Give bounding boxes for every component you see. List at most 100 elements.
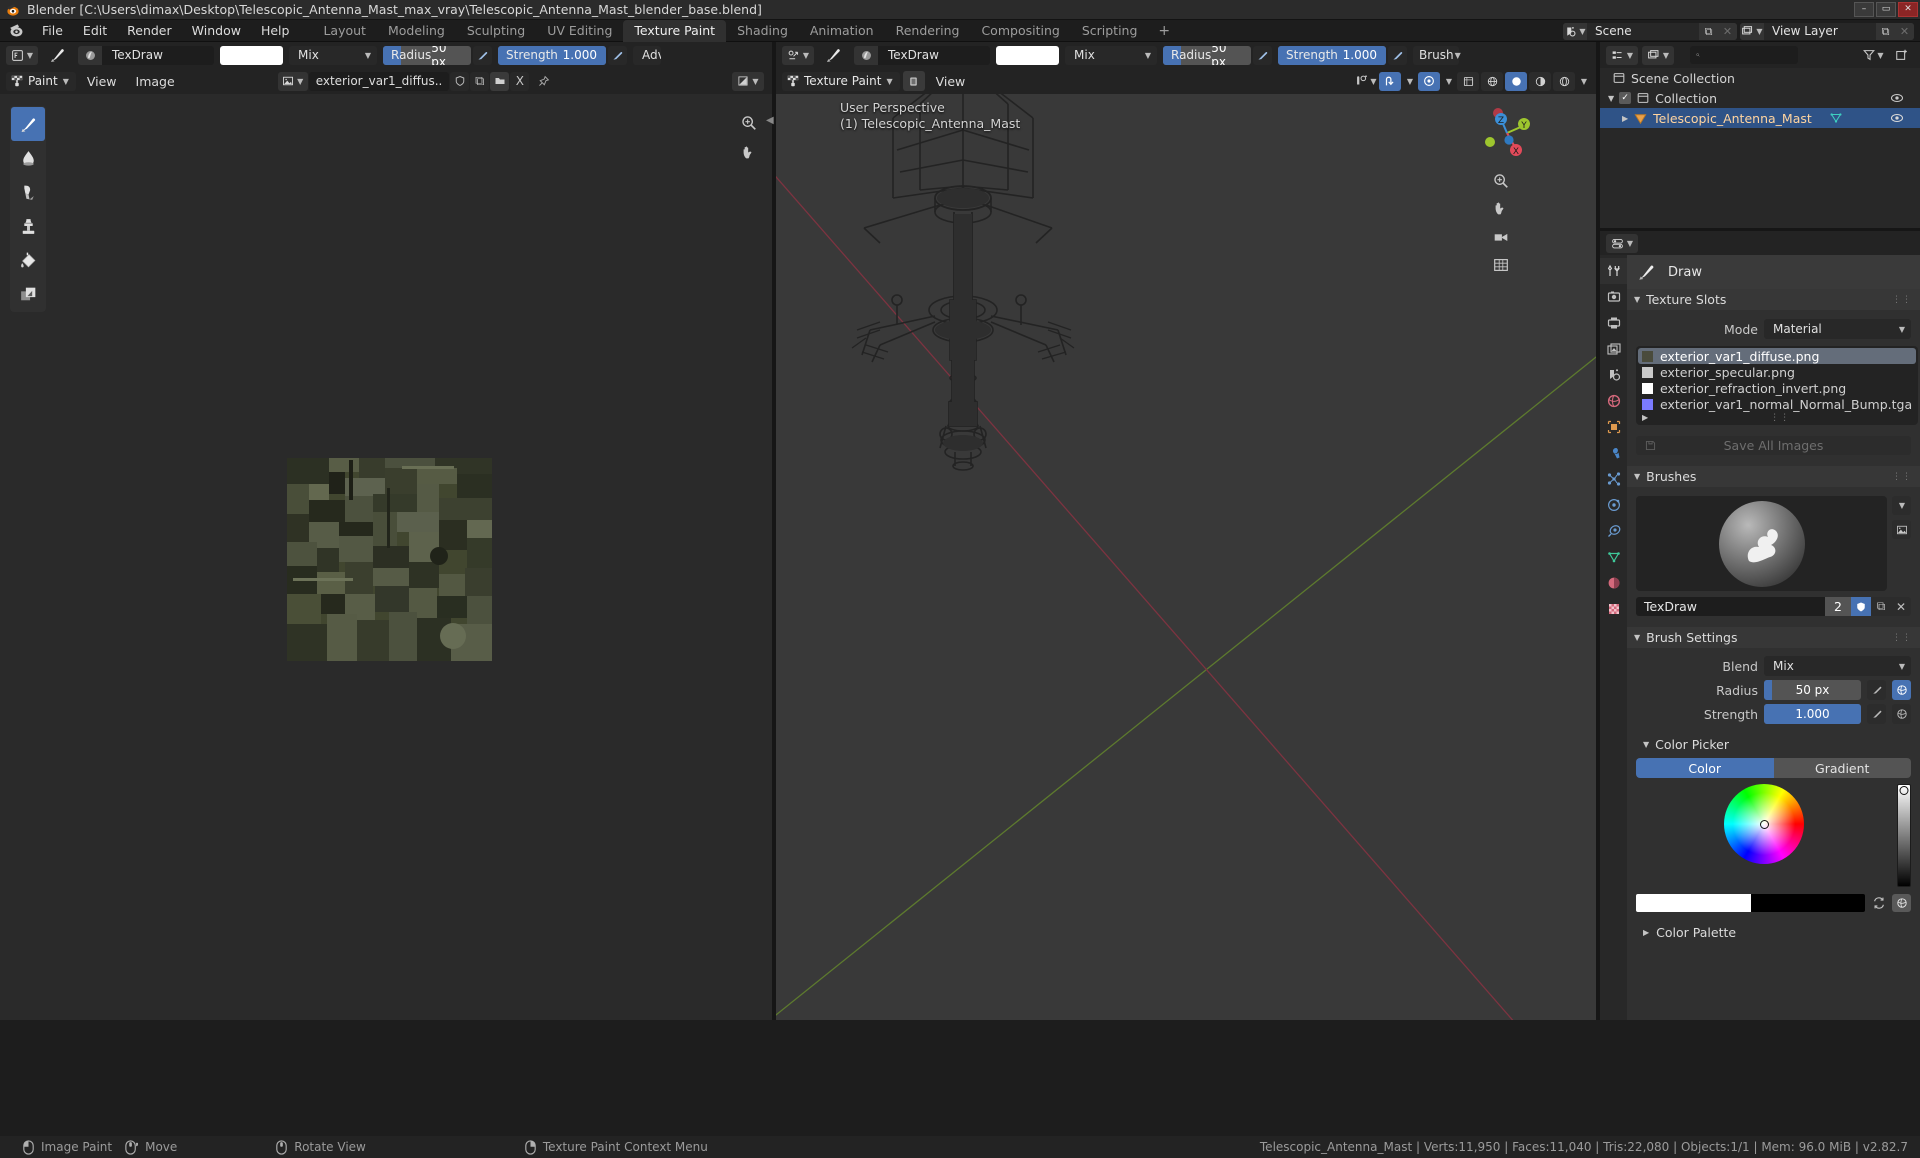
color-wheel[interactable] [1723, 784, 1804, 864]
properties-tab-material[interactable] [1600, 570, 1627, 596]
tool-smear[interactable] [11, 175, 45, 209]
shield-icon[interactable] [1851, 597, 1871, 616]
properties-tab-output[interactable] [1600, 310, 1627, 336]
texture-slot-row[interactable]: exterior_var1_normal_Normal_Bump.tga [1638, 396, 1916, 412]
viewport-mode-selector[interactable]: Texture Paint ▼ [782, 71, 900, 91]
image-unlink-button[interactable]: X [510, 71, 530, 91]
strength-pressure-toggle[interactable] [1867, 704, 1886, 724]
primary-color-swatch[interactable] [1636, 894, 1751, 912]
viewport-ortho-icon[interactable] [1490, 254, 1512, 276]
collection-checkbox[interactable]: ✓ [1619, 92, 1632, 104]
tool-draw[interactable] [11, 107, 45, 141]
texture-slot-row[interactable]: exterior_refraction_invert.png [1638, 380, 1916, 396]
outliner-new-collection-icon[interactable] [1889, 46, 1915, 65]
tool-fill[interactable] [11, 243, 45, 277]
tool-soften[interactable] [11, 141, 45, 175]
viewport-overlays-icon[interactable] [1457, 71, 1479, 91]
workspace-tab-compositing[interactable]: Compositing [970, 20, 1070, 42]
viewport-pan-icon[interactable] [1490, 198, 1512, 220]
duplicate-icon[interactable]: ⧉ [1871, 597, 1891, 616]
properties-tab-modifiers[interactable] [1600, 440, 1627, 466]
minimize-button[interactable]: – [1854, 2, 1874, 17]
color-value-slider[interactable] [1897, 784, 1911, 887]
viewport-zoom-icon[interactable] [1490, 170, 1512, 192]
viewport-menu-view[interactable]: View [928, 72, 974, 91]
image-editor-canvas[interactable] [0, 94, 772, 1020]
properties-tab-object[interactable] [1600, 414, 1627, 440]
section-header-brush-settings[interactable]: ▼ Brush Settings ⋮⋮ [1627, 627, 1920, 648]
eye-icon[interactable] [1890, 91, 1904, 105]
properties-tab-tool[interactable] [1600, 258, 1627, 284]
properties-tab-view-layer[interactable] [1600, 336, 1627, 362]
viewport-brush-menu[interactable]: Brush ▼ [1413, 45, 1461, 65]
outliner-row-telescopic-antenna-mast[interactable]: ▶ Telescopic_Antenna_Mast [1600, 108, 1920, 128]
scene-name-field[interactable]: Scene [1587, 23, 1699, 40]
image-advanced-dropdown[interactable]: Adva [633, 45, 661, 65]
secondary-color-swatch[interactable] [1750, 894, 1865, 912]
texture-slots-list[interactable]: exterior_var1_diffuse.png exterior_specu… [1636, 346, 1919, 425]
workspace-tab-rendering[interactable]: Rendering [885, 20, 971, 42]
image-radius-pressure-toggle[interactable] [473, 45, 492, 65]
menu-window[interactable]: Window [182, 21, 251, 40]
properties-tab-scene[interactable] [1600, 362, 1627, 388]
image-brush-id[interactable]: TexDraw [78, 45, 214, 65]
viewport-brush-id[interactable]: TexDraw [854, 45, 990, 65]
properties-tab-render[interactable] [1600, 284, 1627, 310]
disclosure-triangle-icon[interactable]: ▼ [1608, 94, 1614, 103]
viewport-shading-solid[interactable] [1505, 71, 1527, 91]
navigation-gizmo[interactable]: Y X Z [1476, 102, 1538, 164]
view-layer-new-button[interactable]: ⧉ [1876, 23, 1895, 40]
image-display-channels-selector[interactable]: ▼ [732, 71, 764, 91]
outliner-row-scene-collection[interactable]: Scene Collection [1600, 68, 1920, 88]
image-strength-slider[interactable]: Strength 1.000 [498, 45, 606, 65]
value-slider-cursor[interactable] [1899, 786, 1909, 795]
viewport-radius-slider[interactable]: Radius 50 px [1163, 45, 1251, 65]
image-pan-icon[interactable] [738, 142, 760, 164]
scene-browse-icon[interactable]: ▼ [1563, 23, 1587, 40]
viewport-brush-name[interactable]: TexDraw [878, 45, 990, 65]
eye-icon[interactable] [1890, 111, 1904, 125]
pin-icon[interactable] [534, 72, 553, 91]
viewport-brush-color-swatch[interactable] [996, 45, 1059, 65]
section-header-brushes[interactable]: ▼ Brushes ⋮⋮ [1627, 466, 1920, 487]
editor-type-selector-3dview[interactable]: ▼ [782, 45, 814, 65]
image-mode-selector[interactable]: Paint ▼ [6, 71, 76, 91]
image-open-button[interactable] [490, 71, 510, 91]
workspace-tab-scripting[interactable]: Scripting [1071, 20, 1149, 42]
viewport-shading-dropdown[interactable]: ▼ [1577, 72, 1590, 91]
image-strength-pressure-toggle[interactable] [608, 45, 627, 65]
image-zoom-icon[interactable] [738, 112, 760, 134]
swap-colors-icon[interactable] [1869, 894, 1888, 912]
workspace-tab-modeling[interactable]: Modeling [377, 20, 456, 42]
properties-tab-world[interactable] [1600, 388, 1627, 414]
editor-type-selector-image[interactable]: ▼ [6, 45, 38, 65]
outliner-search[interactable] [1690, 46, 1798, 64]
add-workspace-button[interactable]: + [1148, 22, 1180, 42]
outliner-display-mode-selector[interactable]: ▼ [1642, 45, 1674, 65]
brush-strength-slider[interactable]: 1.000 [1764, 704, 1861, 724]
brush-texture-icon[interactable] [1892, 520, 1911, 539]
workspace-tab-shading[interactable]: Shading [726, 20, 799, 42]
image-brush-name[interactable]: TexDraw [102, 45, 214, 65]
workspace-tab-sculpting[interactable]: Sculpting [456, 20, 536, 42]
menu-render[interactable]: Render [117, 21, 182, 40]
image-fake-user-button[interactable] [450, 71, 470, 91]
tab-gradient[interactable]: Gradient [1773, 758, 1911, 778]
scene-unlink-button[interactable]: ✕ [1718, 23, 1737, 40]
viewport-blend-dropdown[interactable]: Mix ▼ [1065, 45, 1157, 65]
outliner-filter-icon[interactable]: ▼ [1861, 46, 1885, 65]
outliner-search-input[interactable] [1704, 48, 1792, 62]
brush-preset-dropdown[interactable]: ▼ [1892, 496, 1911, 515]
list-grip[interactable]: ⋮⋮ [1770, 413, 1790, 423]
viewport-shading-material[interactable] [1529, 71, 1551, 91]
tool-clone[interactable] [11, 209, 45, 243]
workspace-tab-layout[interactable]: Layout [312, 20, 377, 42]
viewport-camera-icon[interactable] [1490, 226, 1512, 248]
brush-radius-slider[interactable]: 50 px [1764, 680, 1861, 700]
color-wheel-cursor[interactable] [1759, 820, 1769, 829]
color-palette-disclosure[interactable]: ▶ [1643, 928, 1649, 937]
tool-mask[interactable] [11, 277, 45, 311]
close-button[interactable]: ✕ [1898, 2, 1918, 17]
image-brush-color-swatch[interactable] [220, 45, 283, 65]
view-layer-browse-icon[interactable]: ▼ [1740, 23, 1764, 40]
